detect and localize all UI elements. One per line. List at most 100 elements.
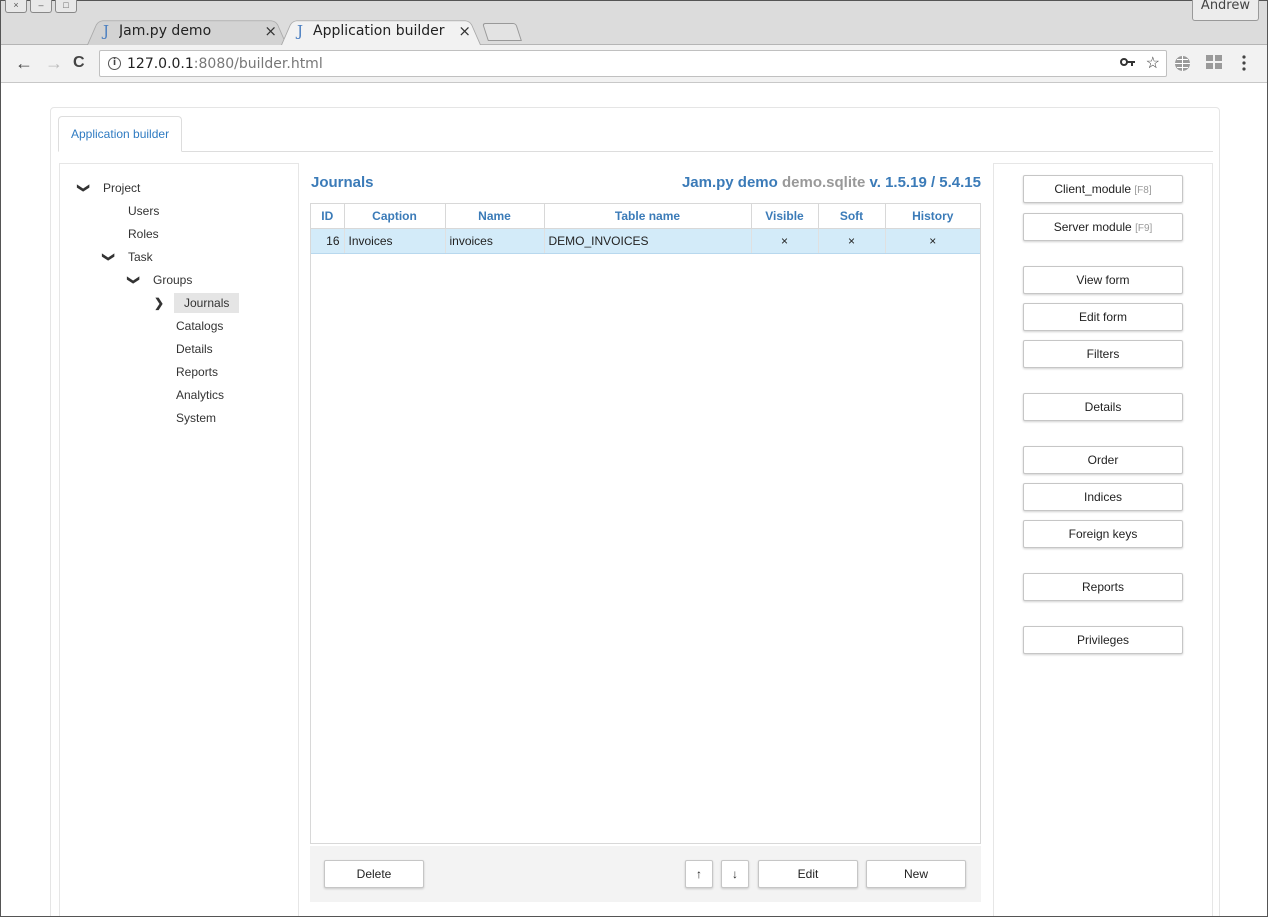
client-module-label: Client_module: [1054, 182, 1132, 196]
edit-form-button[interactable]: Edit form: [1023, 303, 1183, 331]
tree-label: Project: [103, 181, 141, 195]
delete-button[interactable]: Delete: [324, 860, 424, 888]
filters-button[interactable]: Filters: [1023, 340, 1183, 368]
details-button[interactable]: Details: [1023, 393, 1183, 421]
client-module-button[interactable]: Client_module [F8]: [1023, 175, 1183, 203]
database-name: demo.sqlite: [781, 174, 866, 191]
server-module-label: Server module: [1053, 220, 1132, 234]
back-arrow-icon[interactable]: ←: [15, 54, 33, 72]
reload-icon[interactable]: C: [73, 54, 85, 72]
cell-soft: ×: [818, 228, 886, 254]
column-header-history[interactable]: History: [885, 204, 980, 229]
actions-panel: Client_module [F8] Server module [F9] Vi…: [993, 163, 1213, 916]
order-button[interactable]: Order: [1023, 446, 1183, 474]
server-module-button[interactable]: Server module [F9]: [1023, 213, 1183, 241]
apps-icon[interactable]: [1206, 55, 1222, 73]
globe-icon[interactable]: [1174, 55, 1191, 76]
column-header-table-name[interactable]: Table name: [544, 204, 752, 229]
shortcut-hint: [F9]: [1135, 223, 1153, 234]
chevron-down-icon[interactable]: ❯: [77, 181, 91, 195]
jampy-favicon-icon: J: [297, 22, 304, 40]
cell-caption: Invoices: [344, 228, 446, 254]
foreign-keys-button[interactable]: Foreign keys: [1023, 520, 1183, 548]
items-panel: Journals Jam.py demo demo.sqlite v. 1.5.…: [309, 163, 983, 916]
column-header-caption[interactable]: Caption: [344, 204, 446, 229]
tree-label: Task: [128, 250, 153, 264]
tab-title: Application builder: [313, 23, 445, 39]
tree-label: System: [176, 411, 217, 425]
column-header-soft[interactable]: Soft: [818, 204, 886, 229]
tab-jampy-demo[interactable]: J Jam.py demo ×: [87, 17, 287, 45]
cell-table-name: DEMO_INVOICES: [544, 228, 752, 254]
privileges-button[interactable]: Privileges: [1023, 626, 1183, 654]
minimize-window-button[interactable]: –: [30, 0, 52, 13]
project-tree-panel: ❯ Project Users Roles ❯ Task ❯ Groups ❯ …: [59, 163, 299, 916]
project-info: Jam.py demo demo.sqlite v. 1.5.19 / 5.4.…: [682, 174, 981, 191]
column-header-visible[interactable]: Visible: [751, 204, 819, 229]
version-text: v. 1.5.19 / 5.4.15: [869, 174, 981, 191]
tree-item-project[interactable]: ❯ Project: [77, 178, 150, 198]
tree-label: Details: [176, 342, 213, 356]
tree-item-journals[interactable]: ❯ Journals: [152, 293, 240, 313]
tab-application-builder[interactable]: J Application builder ×: [281, 17, 481, 45]
tab-close-icon[interactable]: ×: [458, 22, 471, 40]
column-header-name[interactable]: Name: [445, 204, 545, 229]
tree-label: Users: [128, 204, 160, 218]
jampy-favicon-icon: J: [103, 22, 110, 40]
reports-button[interactable]: Reports: [1023, 573, 1183, 601]
menu-icon[interactable]: [1242, 55, 1246, 75]
builder-container: Application builder ❯ Project Users Role…: [50, 107, 1220, 916]
forward-arrow-icon[interactable]: →: [45, 54, 63, 72]
table-row[interactable]: 16 Invoices invoices DEMO_INVOICES × × ×: [311, 228, 980, 254]
maximize-window-button[interactable]: □: [55, 0, 77, 13]
column-header-id[interactable]: ID: [311, 204, 345, 229]
move-up-button[interactable]: ↑: [685, 860, 713, 888]
chevron-right-icon[interactable]: ❯: [152, 296, 166, 310]
move-down-button[interactable]: ↓: [721, 860, 749, 888]
new-tab-button[interactable]: [482, 23, 522, 41]
edit-button[interactable]: Edit: [758, 860, 858, 888]
tree-label: Roles: [128, 227, 159, 241]
indices-button[interactable]: Indices: [1023, 483, 1183, 511]
url-path: :8080/builder.html: [193, 56, 323, 72]
shortcut-hint: [F8]: [1134, 185, 1152, 196]
tab-close-icon[interactable]: ×: [264, 22, 277, 40]
new-button[interactable]: New: [866, 860, 966, 888]
tree-item-catalogs[interactable]: Catalogs: [174, 316, 233, 336]
tab-divider: [58, 151, 1213, 152]
info-icon[interactable]: i: [108, 57, 121, 70]
chevron-down-icon[interactable]: ❯: [127, 273, 141, 287]
tree-label: Catalogs: [176, 319, 224, 333]
project-name: Jam.py demo: [681, 174, 778, 191]
tree-label: Journals: [174, 293, 240, 313]
tree-item-task[interactable]: ❯ Task: [102, 247, 163, 267]
tree-item-users[interactable]: Users: [126, 201, 169, 221]
tab-application-builder-page[interactable]: Application builder: [58, 116, 183, 152]
tree-item-reports[interactable]: Reports: [174, 362, 228, 382]
title-bar: × – □ Andrew J Jam.py demo × J Applicati…: [1, 0, 1267, 45]
cell-history: ×: [885, 228, 980, 254]
browser-toolbar: ← → C i 127.0.0.1:8080/builder.html ☆: [1, 45, 1267, 83]
window-controls: × – □: [5, 0, 77, 13]
tree-item-system[interactable]: System: [174, 408, 226, 428]
items-table: ID Caption Name Table name Visible Soft …: [310, 203, 981, 844]
star-icon[interactable]: ☆: [1146, 53, 1160, 73]
page-content: Application builder ❯ Project Users Role…: [1, 83, 1267, 916]
view-form-button[interactable]: View form: [1023, 266, 1183, 294]
profile-button[interactable]: Andrew: [1191, 0, 1259, 21]
browser-window: × – □ Andrew J Jam.py demo × J Applicati…: [0, 0, 1268, 917]
tree-item-analytics[interactable]: Analytics: [174, 385, 234, 405]
cell-name: invoices: [445, 228, 545, 254]
panel-title: Journals: [311, 174, 374, 191]
url-text[interactable]: 127.0.0.1:8080/builder.html: [127, 56, 323, 72]
tree-label: Analytics: [176, 388, 225, 402]
tree-item-groups[interactable]: ❯ Groups: [127, 270, 202, 290]
chevron-down-icon[interactable]: ❯: [102, 250, 116, 264]
cell-visible: ×: [751, 228, 819, 254]
address-bar[interactable]: i 127.0.0.1:8080/builder.html ☆: [99, 50, 1167, 77]
tree-item-details[interactable]: Details: [174, 339, 223, 359]
close-window-button[interactable]: ×: [5, 0, 27, 13]
tree-item-roles[interactable]: Roles: [126, 224, 169, 244]
key-icon[interactable]: [1120, 55, 1136, 71]
cell-id: 16: [311, 228, 345, 254]
